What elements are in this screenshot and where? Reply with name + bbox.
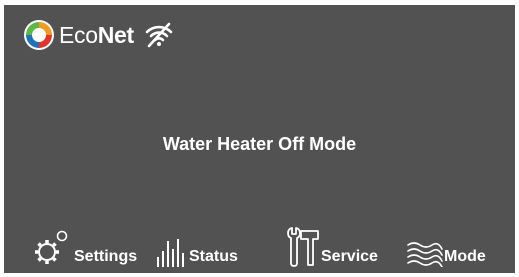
service-button[interactable]: Service [285, 227, 378, 267]
gear-icon [35, 230, 68, 264]
status-label: Status [189, 248, 238, 265]
bottom-nav: Settings Status Service Mode [4, 227, 515, 267]
thermostat-screen: Eco Net Water Heater Off Mode Settings S… [4, 5, 515, 273]
brand-net: Net [97, 21, 134, 48]
status-message: Water Heater Off Mode [162, 134, 357, 154]
service-label: Service [321, 248, 378, 265]
heat-waves-icon [407, 242, 443, 267]
econet-logo-icon [24, 20, 54, 50]
wifi-off-icon[interactable] [144, 22, 174, 48]
mode-label: Mode [444, 248, 486, 265]
brand-header: Eco Net [22, 18, 174, 52]
tools-icon [287, 227, 319, 267]
settings-button[interactable]: Settings [32, 227, 137, 267]
mode-button[interactable]: Mode [406, 227, 486, 267]
settings-label: Settings [74, 248, 138, 265]
status-button[interactable]: Status [155, 227, 238, 267]
bar-chart-icon [157, 239, 184, 267]
brand-eco: Eco [59, 21, 98, 48]
brand-name: Eco Net [59, 22, 134, 49]
